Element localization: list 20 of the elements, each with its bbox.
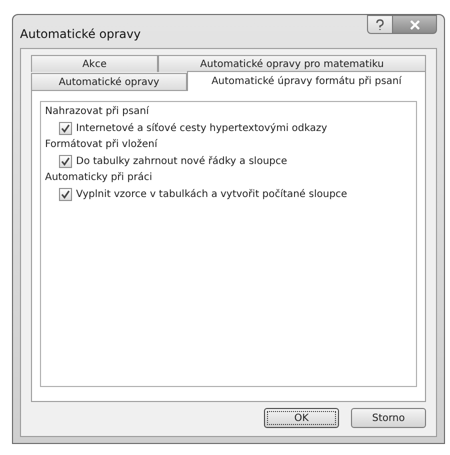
- group-heading: Formátovat při vložení: [45, 138, 158, 152]
- close-icon: [408, 20, 420, 30]
- tab[interactable]: Automatické opravy pro matematiku: [158, 55, 426, 72]
- tab[interactable]: Automatické opravy: [31, 73, 187, 90]
- window-title: Automatické opravy: [20, 27, 141, 41]
- checkbox[interactable]: [59, 188, 72, 201]
- dialog-button[interactable]: OK: [264, 408, 339, 428]
- option-label: Vyplnit vzorce v tabulkách a vytvořit počítané sloupce: [76, 189, 348, 200]
- help-icon: [375, 18, 385, 30]
- checkbox[interactable]: [59, 155, 72, 168]
- help-button[interactable]: [367, 15, 393, 34]
- tab[interactable]: Akce: [31, 55, 158, 72]
- dialog-button[interactable]: Storno: [351, 408, 426, 428]
- group-heading: Automaticky při práci: [45, 171, 154, 185]
- group-heading: Nahrazovat při psaní: [45, 105, 150, 119]
- tab[interactable]: Automatické úpravy formátu při psaní: [187, 71, 426, 91]
- option-label: Do tabulky zahrnout nové řádky a sloupce: [76, 156, 288, 167]
- option-label: Internetové a síťové cesty hypertextovými odkazy: [76, 123, 328, 134]
- checkbox[interactable]: [59, 122, 72, 135]
- close-button[interactable]: [393, 15, 437, 34]
